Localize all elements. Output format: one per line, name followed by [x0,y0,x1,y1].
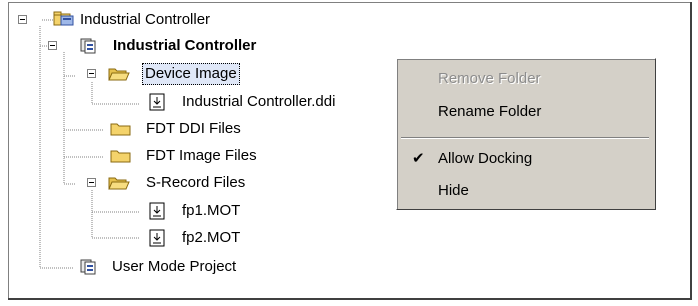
menu-item-allow-docking[interactable]: ✔ Allow Docking [397,146,655,172]
folder-open-icon [108,68,130,81]
menu-item-label: Remove Folder [438,70,541,87]
download-file-icon [149,202,165,220]
menu-separator [401,137,649,139]
tree-node-label: FDT DDI Files [146,120,241,137]
collapse-toggle[interactable] [87,69,96,78]
folder-icon [110,123,131,136]
tree-node-label: S-Record Files [146,174,246,191]
collapse-toggle[interactable] [87,178,96,187]
project-icon [80,38,96,54]
panel-edge-right [690,2,692,300]
tree-node-label: Industrial Controller [113,37,257,54]
tree-node-label: User Mode Project [112,258,237,275]
folder-open-icon [108,177,130,190]
menu-item-hide[interactable]: Hide [397,178,655,204]
menu-item-label: Allow Docking [438,150,533,167]
tree-node-label: fp1.MOT [182,202,241,219]
folder-icon [110,150,131,163]
panel-edge-bottom [8,298,692,300]
download-file-icon [149,229,165,247]
context-menu: Remove Folder Rename Folder ✔ Allow Dock… [396,58,656,210]
tree-node-label: Industrial Controller [80,11,211,28]
collapse-toggle[interactable] [18,15,27,24]
project-icon [80,259,96,275]
download-file-icon [149,93,165,111]
collapse-toggle[interactable] [48,41,57,50]
project-folder-icon [53,11,74,26]
tree-node-label: fp2.MOT [182,229,241,246]
tree-node-label: FDT Image Files [146,147,257,164]
menu-item-label: Rename Folder [438,103,542,120]
tree-node-label: Industrial Controller.ddi [182,93,336,110]
tree-node-label: Device Image [142,63,240,85]
menu-item-rename-folder[interactable]: Rename Folder [397,99,655,125]
checkmark-icon: ✔ [412,150,425,167]
menu-item-remove-folder[interactable]: Remove Folder [397,66,655,92]
menu-item-label: Hide [438,182,469,199]
